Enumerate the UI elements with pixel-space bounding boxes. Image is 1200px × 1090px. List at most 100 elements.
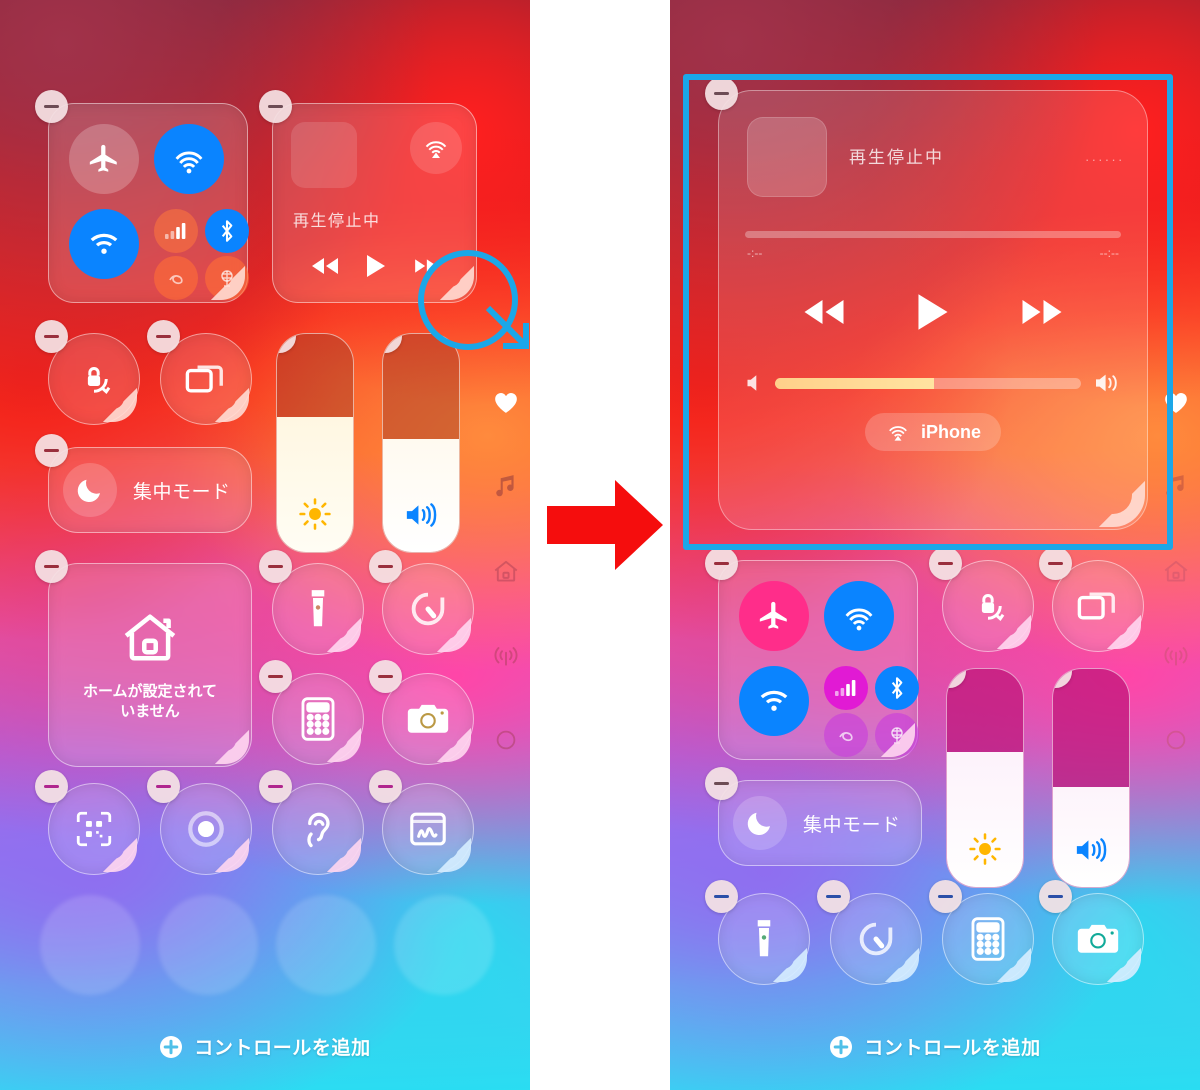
overflow-dots[interactable]: ...... bbox=[1085, 149, 1125, 164]
remove-badge[interactable] bbox=[369, 550, 402, 583]
airdrop-button[interactable] bbox=[824, 581, 894, 651]
remove-badge[interactable] bbox=[35, 550, 68, 583]
scrub-slider[interactable] bbox=[745, 231, 1121, 238]
remove-badge[interactable] bbox=[35, 770, 68, 803]
remove-badge[interactable] bbox=[147, 320, 180, 353]
wifi-button[interactable] bbox=[739, 666, 809, 736]
calculator-button[interactable] bbox=[929, 880, 1035, 986]
brightness-slider[interactable] bbox=[276, 333, 354, 553]
remove-badge[interactable] bbox=[1039, 880, 1072, 913]
flashlight-button[interactable] bbox=[259, 550, 365, 656]
media-volume-slider[interactable] bbox=[775, 377, 1081, 389]
resize-grip-handle[interactable] bbox=[99, 384, 141, 426]
remove-badge[interactable] bbox=[259, 90, 292, 123]
resize-grip-handle[interactable] bbox=[323, 834, 365, 876]
resize-grip-handle[interactable] bbox=[993, 944, 1035, 986]
screen-recording-button[interactable] bbox=[147, 770, 252, 875]
connectivity-module[interactable] bbox=[705, 547, 919, 761]
bluetooth-button[interactable] bbox=[205, 209, 249, 253]
remove-badge[interactable] bbox=[817, 880, 850, 913]
home-icon[interactable] bbox=[1162, 558, 1190, 589]
circle-icon[interactable] bbox=[494, 728, 518, 757]
resize-grip-handle[interactable] bbox=[99, 834, 141, 876]
hearing-button[interactable] bbox=[259, 770, 365, 876]
remove-badge[interactable] bbox=[383, 334, 402, 353]
airplay-button[interactable] bbox=[410, 122, 462, 174]
fast-forward-icon[interactable] bbox=[1016, 294, 1068, 330]
music-note-icon[interactable] bbox=[494, 473, 518, 504]
favorites-heart-icon[interactable] bbox=[1163, 390, 1189, 419]
connectivity-icon[interactable] bbox=[492, 643, 520, 674]
remove-badge[interactable] bbox=[705, 547, 738, 580]
resize-grip-handle[interactable] bbox=[877, 719, 919, 761]
remove-badge[interactable] bbox=[705, 880, 738, 913]
camera-button[interactable] bbox=[1039, 880, 1145, 986]
circle-icon[interactable] bbox=[1164, 728, 1188, 757]
camera-button[interactable] bbox=[369, 660, 475, 766]
remove-badge[interactable] bbox=[35, 90, 68, 123]
notes-button[interactable] bbox=[369, 770, 475, 876]
resize-grip-handle[interactable] bbox=[323, 614, 365, 656]
resize-grip-handle[interactable] bbox=[993, 611, 1035, 653]
airdrop-button[interactable] bbox=[154, 124, 224, 194]
airplay-device-button[interactable]: iPhone bbox=[864, 413, 1002, 451]
play-icon[interactable] bbox=[363, 252, 389, 280]
resize-grip-handle[interactable] bbox=[211, 384, 253, 426]
resize-grip-handle[interactable] bbox=[1103, 944, 1145, 986]
remove-badge[interactable] bbox=[35, 320, 68, 353]
screen-mirroring-button[interactable] bbox=[147, 320, 253, 426]
calculator-button[interactable] bbox=[259, 660, 365, 766]
wifi-button[interactable] bbox=[69, 209, 139, 279]
home-icon[interactable] bbox=[492, 558, 520, 589]
add-control-button-left[interactable]: コントロールを追加 bbox=[0, 1033, 530, 1060]
bluetooth-button[interactable] bbox=[875, 666, 919, 710]
remove-badge[interactable] bbox=[259, 660, 292, 693]
remove-badge[interactable] bbox=[35, 434, 68, 467]
music-note-icon[interactable] bbox=[1164, 473, 1188, 504]
airplane-mode-button[interactable] bbox=[739, 581, 809, 651]
personal-hotspot-button[interactable] bbox=[824, 713, 868, 757]
remove-badge[interactable] bbox=[929, 547, 962, 580]
resize-grip-handle[interactable] bbox=[433, 614, 475, 656]
remove-badge[interactable] bbox=[259, 550, 292, 583]
resize-grip-handle[interactable] bbox=[433, 724, 475, 766]
media-widget-expanded[interactable]: 再生停止中 ...... -:-- --:-- iPhone bbox=[705, 77, 1149, 531]
resize-grip-handle[interactable] bbox=[433, 834, 475, 876]
resize-grip-handle[interactable] bbox=[207, 262, 249, 304]
media-widget-small[interactable]: 再生停止中 bbox=[259, 90, 478, 304]
resize-grip-handle[interactable] bbox=[211, 726, 253, 768]
remove-badge[interactable] bbox=[947, 669, 966, 688]
resize-grip-handle[interactable] bbox=[1095, 477, 1149, 531]
resize-grip-handle[interactable] bbox=[436, 262, 478, 304]
screen-mirroring-button[interactable] bbox=[1039, 547, 1144, 652]
remove-badge[interactable] bbox=[1039, 547, 1072, 580]
timer-button[interactable] bbox=[369, 550, 475, 656]
qr-code-scanner-button[interactable] bbox=[35, 770, 141, 876]
rewind-icon[interactable] bbox=[308, 254, 342, 278]
rotation-lock-button[interactable] bbox=[929, 547, 1035, 653]
resize-grip-handle[interactable] bbox=[881, 944, 923, 986]
home-widget[interactable]: ホームが設定されて いません bbox=[35, 550, 253, 768]
connectivity-module[interactable] bbox=[35, 90, 249, 304]
volume-slider[interactable] bbox=[382, 333, 460, 553]
resize-grip-handle[interactable] bbox=[323, 724, 365, 766]
add-control-button-right[interactable]: コントロールを追加 bbox=[670, 1033, 1200, 1060]
focus-mode-button[interactable]: 集中モード bbox=[705, 767, 922, 866]
focus-mode-button[interactable]: 集中モード bbox=[35, 434, 252, 533]
remove-badge[interactable] bbox=[929, 880, 962, 913]
cellular-data-button[interactable] bbox=[154, 209, 198, 253]
remove-badge[interactable] bbox=[705, 767, 738, 800]
cellular-data-button[interactable] bbox=[824, 666, 868, 710]
remove-badge[interactable] bbox=[705, 77, 738, 110]
volume-slider[interactable] bbox=[1052, 668, 1130, 888]
flashlight-button[interactable] bbox=[705, 880, 811, 986]
personal-hotspot-button[interactable] bbox=[154, 256, 198, 300]
rewind-icon[interactable] bbox=[798, 294, 850, 330]
remove-badge[interactable] bbox=[369, 770, 402, 803]
remove-badge[interactable] bbox=[1053, 669, 1072, 688]
timer-button[interactable] bbox=[817, 880, 923, 986]
airplane-mode-button[interactable] bbox=[69, 124, 139, 194]
connectivity-icon[interactable] bbox=[1162, 643, 1190, 674]
resize-grip-handle[interactable] bbox=[769, 944, 811, 986]
favorites-heart-icon[interactable] bbox=[493, 390, 519, 419]
